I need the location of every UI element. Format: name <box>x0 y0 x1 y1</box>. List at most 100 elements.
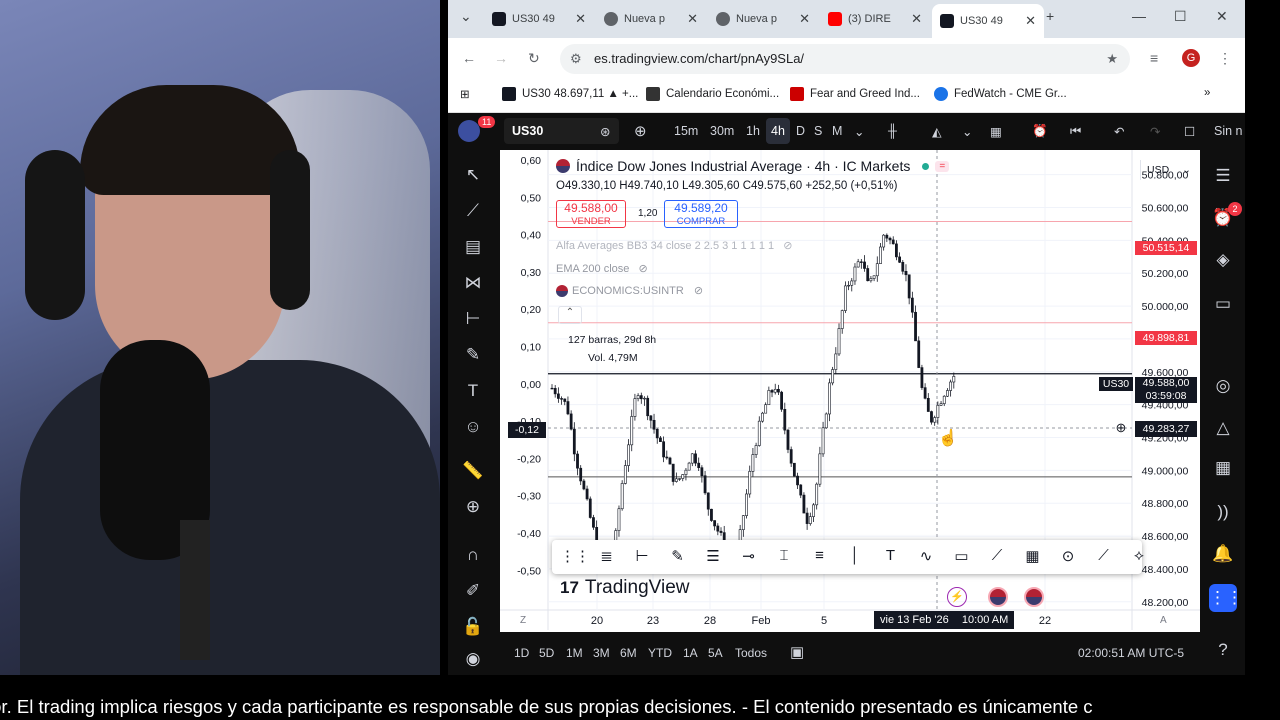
scale-z-label[interactable]: Z <box>520 615 526 626</box>
draw-fib-icon[interactable]: ≣ <box>596 547 618 565</box>
eye-icon[interactable]: ◉ <box>462 648 484 670</box>
buy-button[interactable]: 49.589,20 COMPRAR <box>664 200 738 228</box>
indicator-alfa[interactable]: Alfa Averages BB3 34 close 2 2.5 3 1 1 1… <box>556 239 792 252</box>
bookmark-2[interactable]: Calendario Económi... <box>646 87 779 101</box>
apps-grid-icon[interactable]: ⋮⋮ <box>1209 584 1243 612</box>
flag-icon[interactable]: = <box>935 160 950 172</box>
interval-15m[interactable]: 15m <box>674 124 698 138</box>
draw-pattern-icon[interactable]: ≡ <box>809 547 831 564</box>
new-tab-icon[interactable]: + <box>1046 8 1054 24</box>
ideas-icon[interactable]: △ <box>1211 416 1235 440</box>
range-5a[interactable]: 5A <box>708 646 723 660</box>
draw-circle-icon[interactable]: ⊙ <box>1057 547 1079 565</box>
tab-3[interactable]: Nueva p ✕ <box>708 6 818 32</box>
bookmark-3[interactable]: Fear and Greed Ind... <box>790 87 920 101</box>
tab-4[interactable]: (3) DIRE ✕ <box>820 6 930 32</box>
templates-icon[interactable]: ▦ <box>990 124 1002 139</box>
currency-select[interactable]: USD ⌄ <box>1140 160 1196 180</box>
bell-icon[interactable]: 🔔 <box>1211 542 1235 566</box>
site-info-icon[interactable]: ⚙ <box>570 44 582 74</box>
magnet-icon[interactable]: ∩ <box>462 544 484 566</box>
range-todos[interactable]: Todos <box>735 646 767 660</box>
draw-rect-icon[interactable]: ▭ <box>951 547 973 565</box>
forward-icon[interactable]: → <box>494 50 508 66</box>
hidden-eye-icon[interactable]: ⊘ <box>694 284 703 297</box>
tab-1[interactable]: US30 49 ✕ <box>484 6 594 32</box>
bookmark-4[interactable]: FedWatch - CME Gr... <box>934 87 1067 101</box>
scale-auto-label[interactable]: A <box>1160 615 1167 626</box>
layout-name[interactable]: Sin n <box>1214 124 1243 138</box>
text-icon[interactable]: T <box>462 380 484 402</box>
range-3m[interactable]: 3M <box>593 646 610 660</box>
redo-icon[interactable]: ↷ <box>1150 124 1160 139</box>
draw-hline-icon[interactable]: ⊸ <box>738 547 760 565</box>
add-symbol-icon[interactable]: ⊕ <box>634 122 647 140</box>
range-1m[interactable]: 1M <box>566 646 583 660</box>
close-icon[interactable]: ✕ <box>911 11 922 27</box>
interval-4h[interactable]: 4h <box>771 124 785 138</box>
interval-d[interactable]: D <box>796 124 805 138</box>
goto-date-icon[interactable]: ▣ <box>790 643 804 661</box>
draw-lines-icon[interactable]: ☰ <box>702 547 724 565</box>
target-icon[interactable]: ◎ <box>1211 374 1235 398</box>
compare-icon[interactable]: ⊛ <box>600 124 610 139</box>
add-alert-icon[interactable]: ⊕ <box>1112 421 1130 435</box>
media-icon[interactable]: ≡ <box>1150 50 1158 66</box>
range-ytd[interactable]: YTD <box>648 646 672 660</box>
user-menu-icon[interactable] <box>458 120 480 142</box>
interval-m[interactable]: M <box>832 124 842 138</box>
event-us-flag-icon[interactable] <box>988 587 1008 607</box>
calendar-icon[interactable]: ▦ <box>1211 456 1235 480</box>
zoom-icon[interactable]: ⊕ <box>462 496 484 518</box>
draw-line-icon[interactable]: ⟋ <box>986 547 1008 564</box>
close-icon[interactable]: ✕ <box>799 11 810 27</box>
more-bookmarks-icon[interactable]: » <box>1204 87 1210 99</box>
timezone-clock[interactable]: 02:00:51 AM UTC-5 <box>1078 646 1184 660</box>
chat-icon[interactable]: ▭ <box>1211 292 1235 316</box>
indicators-dropdown-icon[interactable]: ⌄ <box>962 124 972 139</box>
url-field[interactable]: ⚙ es.tradingview.com/chart/pnAy9SLa/ ★ <box>560 44 1130 74</box>
lock-drawing-icon[interactable]: ✐ <box>462 580 484 602</box>
interval-dropdown-icon[interactable]: ⌄ <box>854 124 864 139</box>
draw-pen-icon[interactable]: ⟋ <box>1093 547 1115 564</box>
draw-settings-icon[interactable]: ⟡ <box>1128 547 1150 564</box>
lock-icon[interactable]: 🔓 <box>462 616 484 638</box>
replay-icon[interactable]: ⏮ <box>1070 124 1081 139</box>
hidden-eye-icon[interactable]: ⊘ <box>638 263 647 275</box>
interval-1h[interactable]: 1h <box>746 124 760 138</box>
indicator-economics[interactable]: ECONOMICS:USINTR ⊘ <box>556 284 703 297</box>
close-icon[interactable]: ✕ <box>1025 13 1036 29</box>
bookmark-1[interactable]: US30 48.697,11 ▲ +... <box>502 87 638 101</box>
draw-grid-icon[interactable]: ▦ <box>1022 547 1044 565</box>
draw-grip-icon[interactable]: ⋮⋮ <box>560 547 590 565</box>
tab-5-active[interactable]: US30 49 ✕ <box>932 4 1044 38</box>
watchlist-icon[interactable]: ☰ <box>1211 164 1235 188</box>
trend-line-icon[interactable]: ⟋ <box>462 200 484 222</box>
event-lightning-icon[interactable]: ⚡ <box>947 587 967 607</box>
cursor-icon[interactable]: ↖ <box>462 164 484 186</box>
candle-type-icon[interactable]: ╫ <box>888 124 897 138</box>
draw-measure-icon[interactable]: ⊢ <box>631 547 653 565</box>
layers-icon[interactable]: ◈ <box>1211 248 1235 272</box>
close-icon[interactable]: ✕ <box>575 11 586 27</box>
apps-icon[interactable]: ⊞ <box>460 87 470 101</box>
chart-pane[interactable]: 0,600,500,400,300,200,100,00-0,10-0,20-0… <box>500 150 1200 630</box>
range-5d[interactable]: 5D <box>539 646 554 660</box>
help-icon[interactable]: ? <box>1211 638 1235 662</box>
emoji-icon[interactable]: ☺ <box>462 416 484 438</box>
draw-trend-icon[interactable]: ∿ <box>915 547 937 565</box>
stream-icon[interactable]: )) <box>1211 500 1235 524</box>
undo-icon[interactable]: ↶ <box>1114 124 1124 139</box>
pattern-icon[interactable]: ⋈ <box>462 272 484 294</box>
measure-icon[interactable]: ⊢ <box>462 308 484 330</box>
minimize-icon[interactable]: — <box>1132 8 1146 24</box>
tab-search-icon[interactable]: ⌄ <box>460 8 472 25</box>
bookmark-star-icon[interactable]: ★ <box>1106 44 1118 74</box>
fib-icon[interactable]: ▤ <box>462 236 484 258</box>
alert-icon[interactable]: ⏰ <box>1032 124 1048 139</box>
hidden-eye-icon[interactable]: ⊘ <box>783 240 792 252</box>
reload-icon[interactable]: ↻ <box>528 50 540 67</box>
range-1a[interactable]: 1A <box>683 646 698 660</box>
range-6m[interactable]: 6M <box>620 646 637 660</box>
tab-2[interactable]: Nueva p ✕ <box>596 6 706 32</box>
